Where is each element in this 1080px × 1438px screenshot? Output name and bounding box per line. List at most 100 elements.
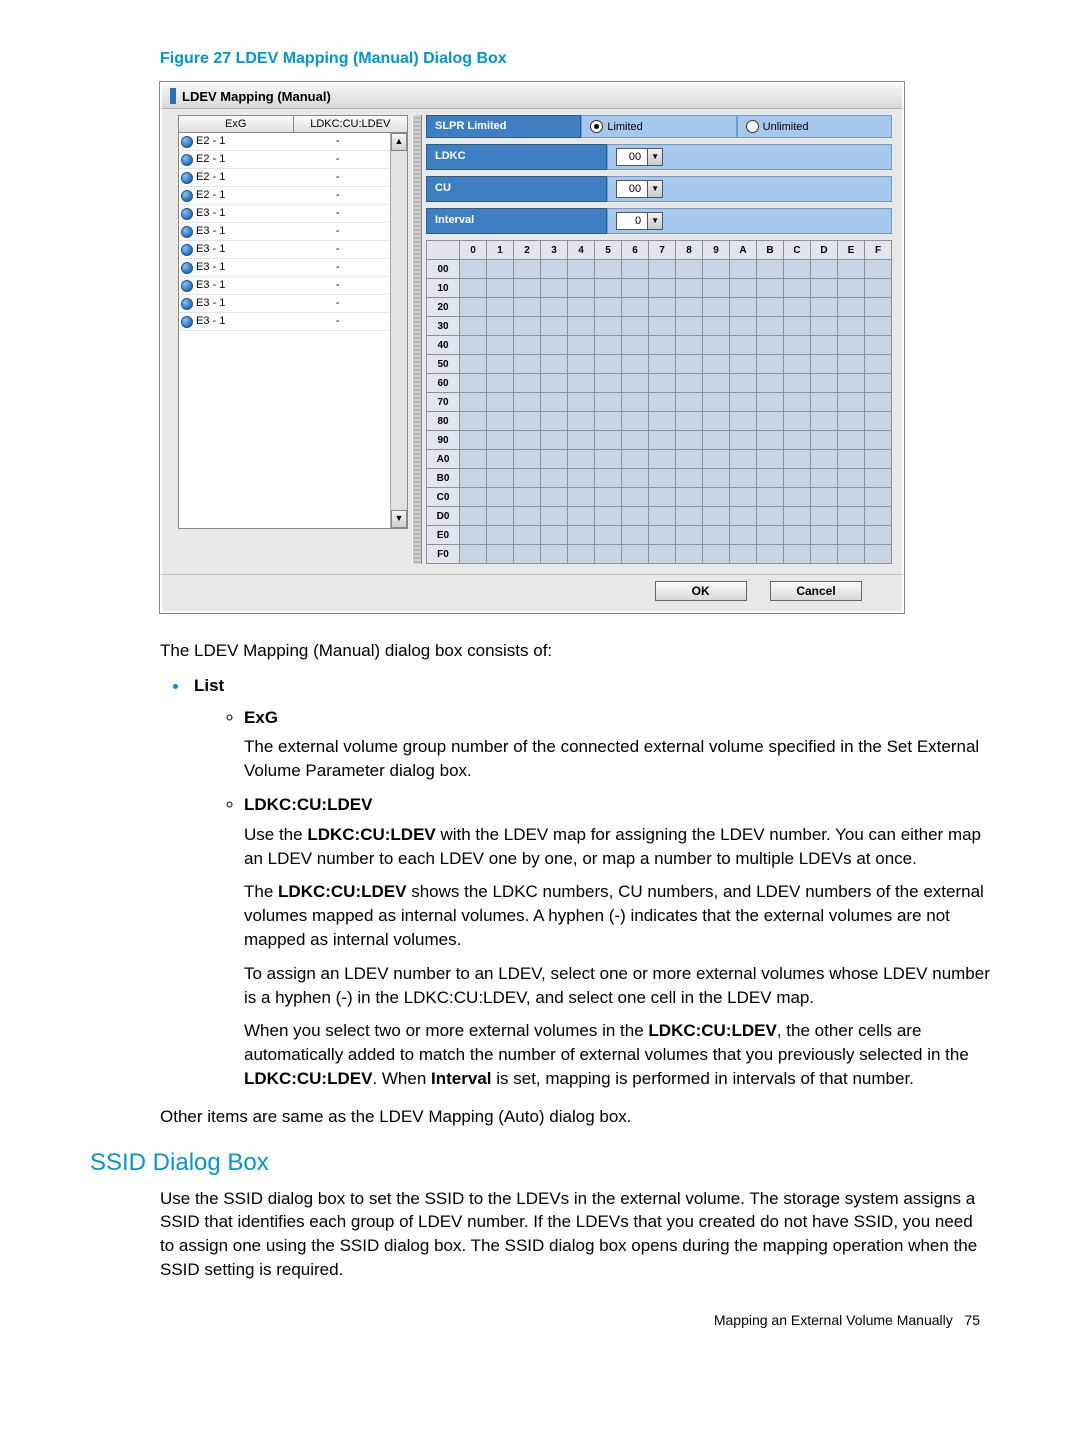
grid-cell[interactable] (838, 412, 865, 431)
grid-cell[interactable] (838, 469, 865, 488)
grid-cell[interactable] (784, 317, 811, 336)
grid-cell[interactable] (460, 279, 487, 298)
grid-cell[interactable] (568, 488, 595, 507)
grid-cell[interactable] (865, 526, 892, 545)
grid-cell[interactable] (757, 507, 784, 526)
grid-cell[interactable] (838, 545, 865, 564)
grid-cell[interactable] (514, 545, 541, 564)
grid-cell[interactable] (595, 393, 622, 412)
list-item[interactable]: E3 - 1- (179, 295, 390, 313)
grid-cell[interactable] (568, 279, 595, 298)
grid-cell[interactable] (757, 450, 784, 469)
grid-cell[interactable] (676, 545, 703, 564)
grid-cell[interactable] (541, 393, 568, 412)
grid-cell[interactable] (541, 412, 568, 431)
grid-cell[interactable] (595, 317, 622, 336)
grid-cell[interactable] (784, 355, 811, 374)
grid-cell[interactable] (676, 298, 703, 317)
grid-cell[interactable] (811, 355, 838, 374)
col-header-ldev[interactable]: LDKC:CU:LDEV (294, 116, 408, 132)
grid-cell[interactable] (838, 336, 865, 355)
grid-cell[interactable] (514, 412, 541, 431)
grid-cell[interactable] (784, 336, 811, 355)
grid-cell[interactable] (730, 526, 757, 545)
grid-cell[interactable] (703, 545, 730, 564)
grid-cell[interactable] (865, 431, 892, 450)
grid-cell[interactable] (784, 469, 811, 488)
grid-cell[interactable] (487, 279, 514, 298)
grid-cell[interactable] (703, 507, 730, 526)
grid-cell[interactable] (541, 374, 568, 393)
list-item[interactable]: E3 - 1- (179, 223, 390, 241)
grid-cell[interactable] (541, 450, 568, 469)
grid-cell[interactable] (838, 279, 865, 298)
grid-cell[interactable] (487, 317, 514, 336)
grid-cell[interactable] (649, 412, 676, 431)
list-scrollbar[interactable]: ▲ ▼ (390, 133, 407, 528)
grid-cell[interactable] (676, 279, 703, 298)
grid-cell[interactable] (784, 450, 811, 469)
grid-cell[interactable] (595, 507, 622, 526)
grid-cell[interactable] (811, 526, 838, 545)
grid-cell[interactable] (649, 317, 676, 336)
grid-cell[interactable] (838, 526, 865, 545)
grid-cell[interactable] (622, 526, 649, 545)
grid-cell[interactable] (622, 374, 649, 393)
grid-cell[interactable] (784, 412, 811, 431)
grid-cell[interactable] (568, 298, 595, 317)
splitter-handle[interactable] (412, 115, 422, 564)
grid-cell[interactable] (487, 393, 514, 412)
grid-cell[interactable] (703, 298, 730, 317)
grid-cell[interactable] (622, 279, 649, 298)
grid-cell[interactable] (595, 336, 622, 355)
cu-select[interactable]: 00 ▼ (616, 180, 663, 198)
grid-cell[interactable] (865, 412, 892, 431)
grid-cell[interactable] (460, 431, 487, 450)
grid-cell[interactable] (838, 355, 865, 374)
grid-cell[interactable] (865, 374, 892, 393)
grid-cell[interactable] (460, 298, 487, 317)
grid-cell[interactable] (649, 488, 676, 507)
grid-cell[interactable] (514, 336, 541, 355)
grid-cell[interactable] (514, 298, 541, 317)
grid-cell[interactable] (541, 336, 568, 355)
grid-cell[interactable] (676, 469, 703, 488)
grid-cell[interactable] (730, 469, 757, 488)
grid-cell[interactable] (811, 450, 838, 469)
grid-cell[interactable] (730, 431, 757, 450)
grid-cell[interactable] (487, 412, 514, 431)
grid-cell[interactable] (460, 412, 487, 431)
grid-cell[interactable] (568, 355, 595, 374)
grid-cell[interactable] (622, 393, 649, 412)
grid-cell[interactable] (514, 260, 541, 279)
grid-cell[interactable] (757, 469, 784, 488)
grid-cell[interactable] (784, 545, 811, 564)
grid-cell[interactable] (622, 431, 649, 450)
grid-cell[interactable] (703, 317, 730, 336)
grid-cell[interactable] (730, 260, 757, 279)
grid-cell[interactable] (460, 450, 487, 469)
grid-cell[interactable] (568, 469, 595, 488)
grid-cell[interactable] (838, 450, 865, 469)
grid-cell[interactable] (487, 374, 514, 393)
grid-cell[interactable] (487, 488, 514, 507)
grid-cell[interactable] (730, 393, 757, 412)
grid-cell[interactable] (595, 469, 622, 488)
grid-cell[interactable] (622, 488, 649, 507)
grid-cell[interactable] (514, 526, 541, 545)
grid-cell[interactable] (487, 526, 514, 545)
grid-cell[interactable] (622, 507, 649, 526)
grid-cell[interactable] (784, 393, 811, 412)
grid-cell[interactable] (460, 393, 487, 412)
grid-cell[interactable] (703, 450, 730, 469)
grid-cell[interactable] (811, 374, 838, 393)
grid-cell[interactable] (595, 431, 622, 450)
grid-cell[interactable] (460, 260, 487, 279)
list-item[interactable]: E2 - 1- (179, 133, 390, 151)
grid-cell[interactable] (676, 336, 703, 355)
grid-cell[interactable] (514, 355, 541, 374)
grid-cell[interactable] (487, 355, 514, 374)
grid-cell[interactable] (865, 545, 892, 564)
grid-cell[interactable] (730, 374, 757, 393)
grid-cell[interactable] (703, 526, 730, 545)
